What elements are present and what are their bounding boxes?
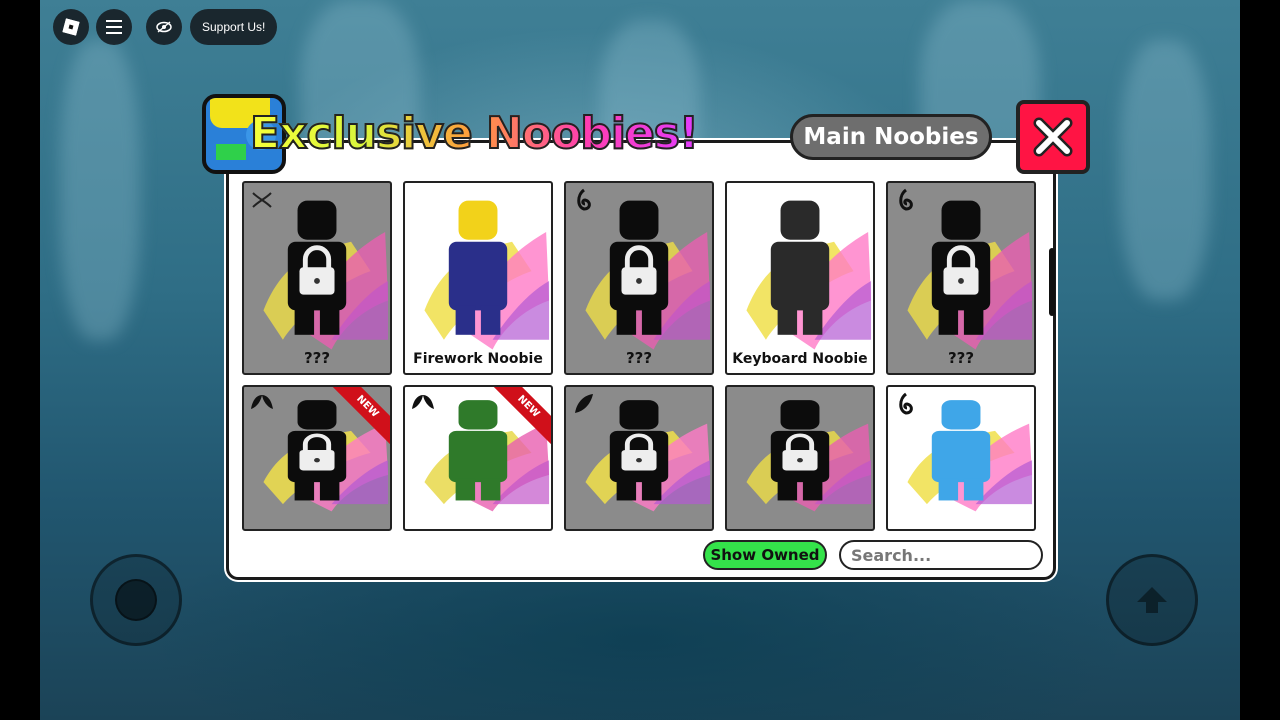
noobie-card[interactable]: ??? — [564, 181, 714, 375]
movement-joystick[interactable] — [90, 554, 182, 646]
search-input[interactable] — [839, 540, 1043, 570]
eye-icon — [156, 21, 172, 33]
noobie-name: Firework Noobie — [413, 351, 543, 367]
noobies-dialog: ??? Firework Noobie??? Keyboard Noobie??? N… — [226, 140, 1056, 580]
close-button[interactable] — [1016, 100, 1090, 174]
noobie-name: ??? — [947, 349, 975, 367]
roblox-logo-button[interactable] — [53, 9, 89, 45]
noobie-card[interactable] — [725, 385, 875, 531]
show-owned-button[interactable]: Show Owned — [703, 540, 827, 570]
jump-button[interactable] — [1106, 554, 1198, 646]
main-noobies-button[interactable]: Main Noobies — [790, 114, 992, 160]
noobie-card[interactable]: Keyboard Noobie — [725, 181, 875, 375]
noobie-name: Keyboard Noobie — [732, 351, 868, 367]
noobie-card[interactable]: NEW — [403, 385, 553, 531]
noobie-card[interactable]: NEW — [242, 385, 392, 531]
noobie-card[interactable] — [886, 385, 1036, 531]
background-rock — [1120, 40, 1210, 300]
close-x-icon — [1033, 117, 1073, 157]
roblox-logo-icon — [62, 18, 80, 36]
background-rock — [60, 40, 140, 340]
noobie-card[interactable] — [564, 385, 714, 531]
menu-button[interactable] — [96, 9, 132, 45]
support-us-button[interactable]: Support Us! — [190, 9, 278, 45]
noobie-name: ??? — [303, 349, 331, 367]
grid-scrollbar[interactable] — [1049, 248, 1055, 316]
paint-splash — [746, 200, 872, 350]
hamburger-menu-icon — [106, 20, 122, 34]
paint-splash — [746, 400, 872, 512]
dialog-title: Exclusive Noobies! — [249, 107, 700, 160]
noobie-card[interactable]: ??? — [886, 181, 1036, 375]
arrow-up-icon — [1137, 587, 1167, 613]
noobie-card[interactable]: ??? — [242, 181, 392, 375]
noobie-name: ??? — [625, 349, 653, 367]
paint-splash — [424, 200, 550, 350]
noobie-card[interactable]: Firework Noobie — [403, 181, 553, 375]
noobie-grid: ??? Firework Noobie??? Keyboard Noobie??? N… — [242, 181, 1042, 531]
joystick-knob[interactable] — [115, 579, 157, 621]
visibility-button[interactable] — [146, 9, 182, 45]
